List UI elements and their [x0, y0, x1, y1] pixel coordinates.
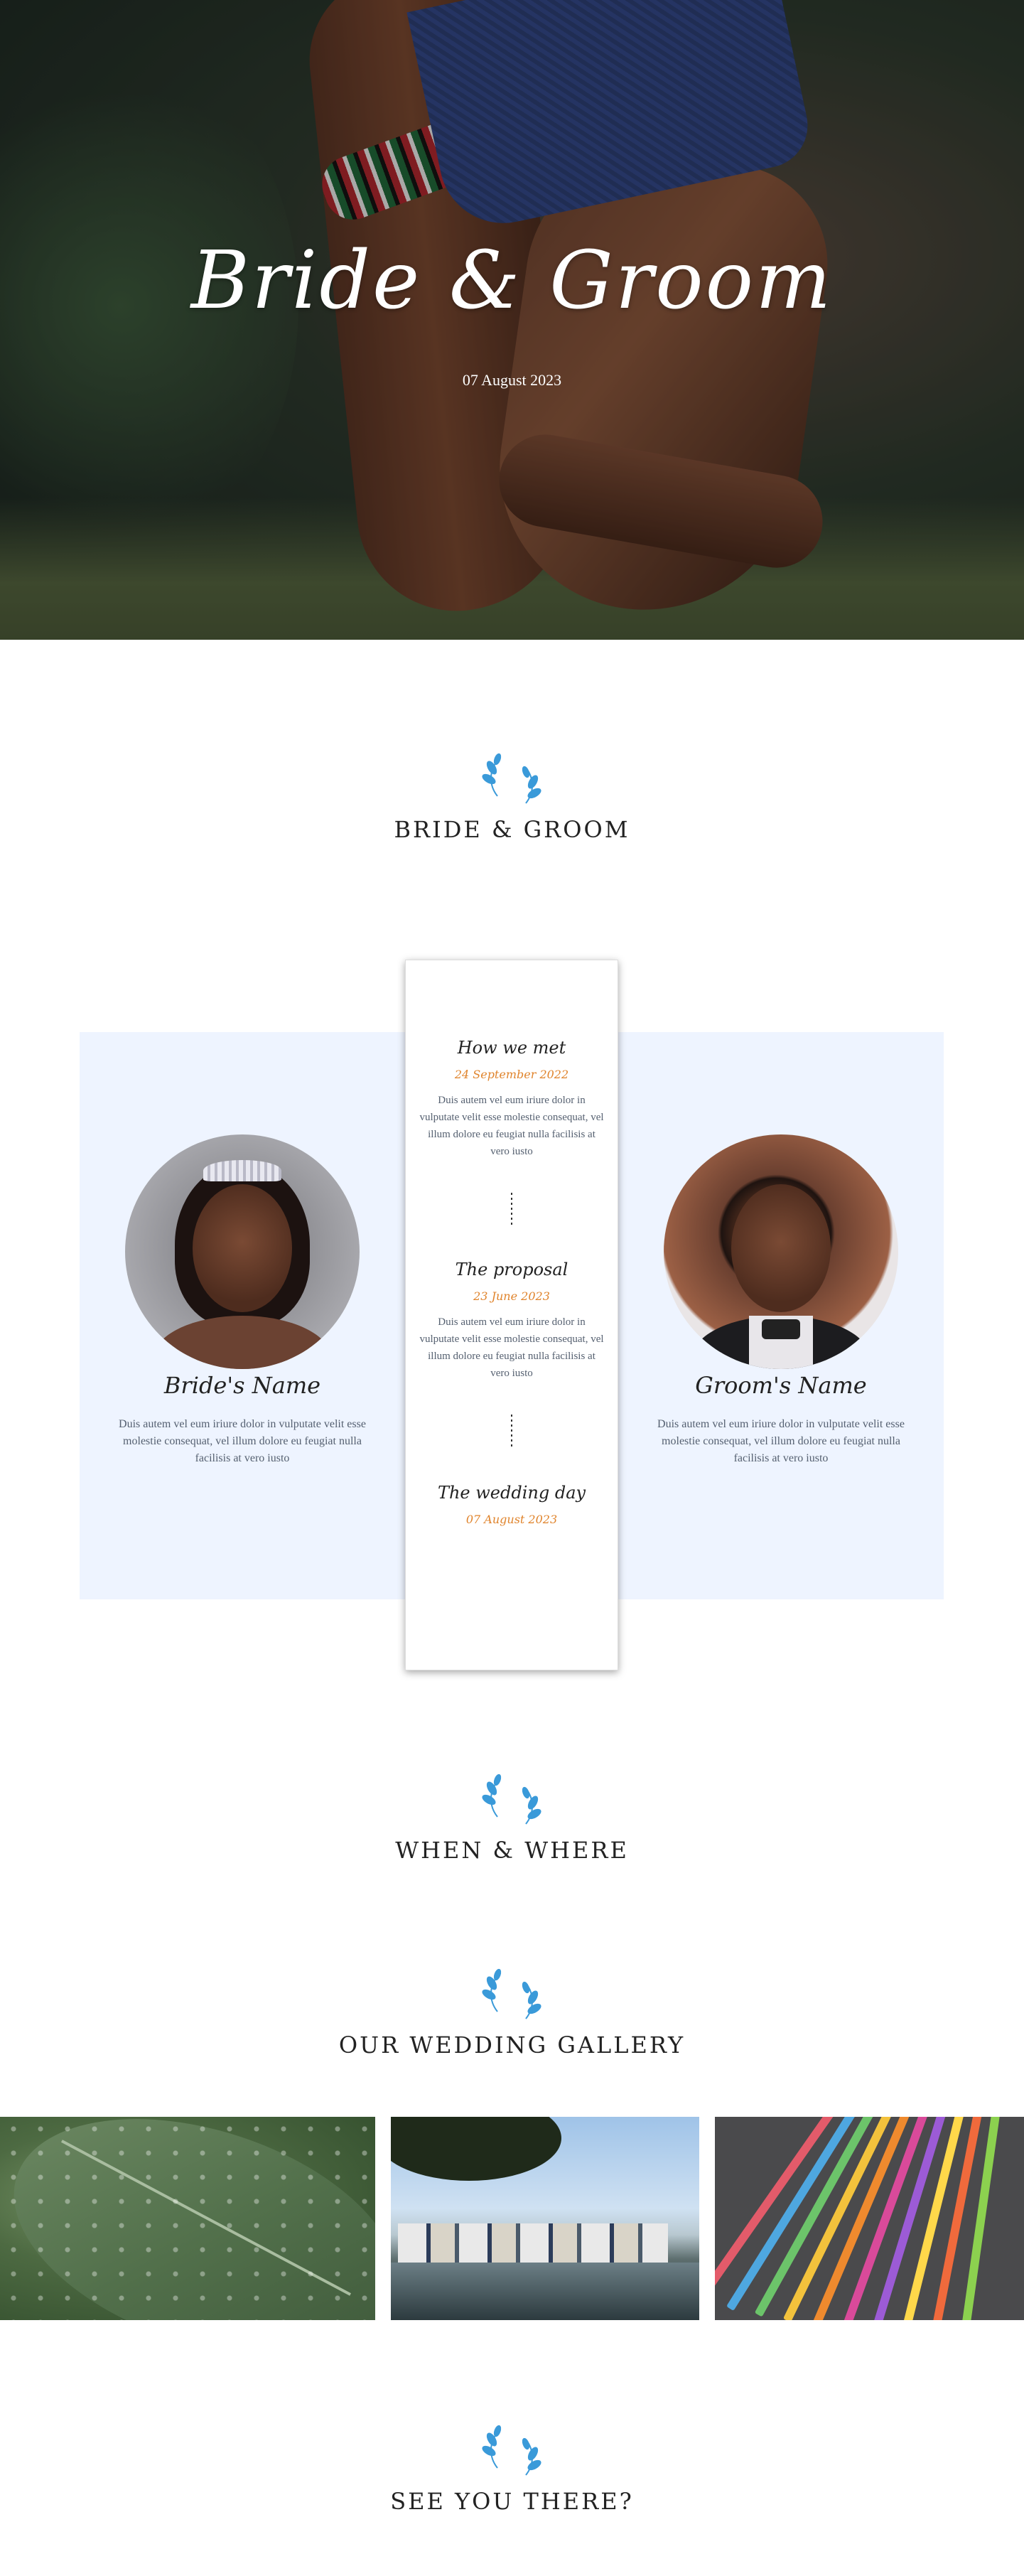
- section-title-gallery: OUR WEDDING GALLERY: [338, 2032, 686, 2059]
- laurel-icon: [476, 746, 547, 810]
- timeline-item-title: The wedding day: [437, 1483, 586, 1503]
- laurel-icon: [476, 1962, 547, 2026]
- laurel-icon: [476, 2418, 547, 2482]
- timeline-divider: [511, 1415, 512, 1449]
- groom-description: Duis autem vel eum iriure dolor in vulpu…: [657, 1418, 905, 1464]
- timeline-item-title: How we met: [457, 1038, 566, 1058]
- section-title-see-you-there: SEE YOU THERE?: [390, 2488, 634, 2515]
- timeline-item-title: The proposal: [455, 1260, 568, 1279]
- groom-name: Groom's Name: [695, 1372, 867, 1399]
- timeline-divider: [511, 1193, 512, 1227]
- timeline-item-date: 23 June 2023: [473, 1289, 550, 1303]
- section-title-bride-groom: BRIDE & GROOM: [394, 816, 630, 843]
- laurel-icon: [476, 1767, 547, 1831]
- hero-title: Bride & Groom: [190, 235, 834, 327]
- timeline-item-text: Duis autem vel eum iriure dolor in vulpu…: [419, 1095, 604, 1157]
- bride-description: Duis autem vel eum iriure dolor in vulpu…: [119, 1418, 366, 1464]
- timeline-item-date: 24 September 2022: [454, 1068, 569, 1081]
- bride-photo: [125, 1134, 360, 1369]
- gallery-image-leaf[interactable]: [0, 2117, 375, 2320]
- timeline-item-text: Duis autem vel eum iriure dolor in vulpu…: [419, 1316, 604, 1379]
- section-title-when-where: WHEN & WHERE: [395, 1837, 629, 1864]
- gallery-image-boats[interactable]: [391, 2117, 699, 2320]
- gallery-image-pencils[interactable]: [715, 2117, 1024, 2320]
- hero-date: 07 August 2023: [462, 371, 562, 389]
- bride-name: Bride's Name: [163, 1372, 321, 1399]
- timeline-item-date: 07 August 2023: [465, 1513, 558, 1526]
- groom-photo: [664, 1134, 898, 1369]
